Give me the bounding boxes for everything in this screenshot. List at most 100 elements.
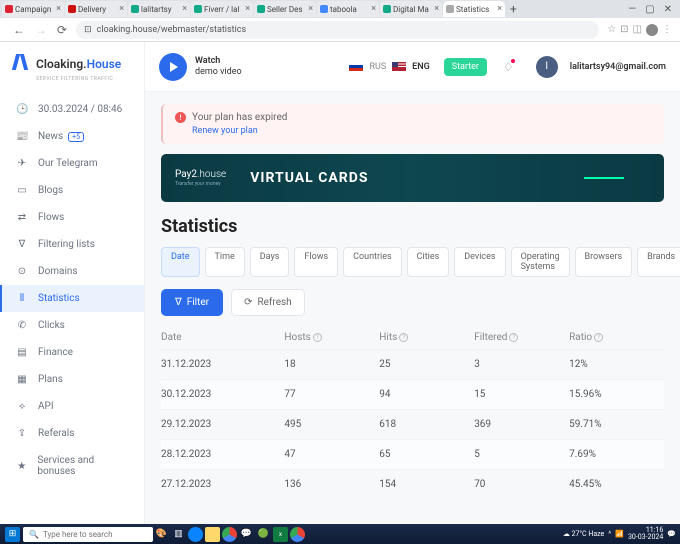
tab-close-icon[interactable]: × bbox=[56, 4, 61, 14]
sidebar-item-label: Clicks bbox=[38, 320, 65, 331]
browser-tab[interactable]: Seller Des× bbox=[254, 1, 316, 17]
tab-close-icon[interactable]: × bbox=[371, 4, 376, 14]
chip-browsers[interactable]: Browsers bbox=[575, 247, 633, 277]
lang-rus[interactable]: RUS bbox=[369, 62, 386, 72]
tab-close-icon[interactable]: × bbox=[245, 4, 250, 14]
sidebar-item-referals[interactable]: ⇪Referals bbox=[0, 420, 144, 447]
sidebar-item-our-telegram[interactable]: ✈Our Telegram bbox=[0, 150, 144, 177]
browser-tab[interactable]: taboola× bbox=[317, 1, 379, 17]
tb-explorer-icon[interactable] bbox=[205, 527, 220, 542]
back-button[interactable]: ← bbox=[8, 23, 30, 37]
tb-excel-icon[interactable]: x bbox=[273, 527, 288, 542]
weather-widget[interactable]: ☁ 27°C Haze bbox=[563, 530, 604, 538]
tb-edge-icon[interactable] bbox=[188, 527, 203, 542]
user-email[interactable]: lalitartsy94@gmail.com bbox=[570, 62, 666, 72]
tray-chevron-icon[interactable]: ^ bbox=[608, 530, 611, 538]
notifications-button[interactable]: ♢ bbox=[503, 60, 514, 74]
sidebar-item-services-and-bonuses[interactable]: ★Services and bonuses bbox=[0, 447, 144, 485]
forward-button[interactable]: → bbox=[30, 23, 52, 37]
sidebar-item-blogs[interactable]: ▭Blogs bbox=[0, 177, 144, 204]
cell: 30.12.2023 bbox=[161, 389, 284, 400]
sidebar-item-clicks[interactable]: ✆Clicks bbox=[0, 312, 144, 339]
bookmarks-icon[interactable]: ◫ bbox=[633, 24, 642, 35]
renew-plan-link[interactable]: Renew your plan bbox=[192, 126, 258, 136]
tray-wifi-icon[interactable]: 📶 bbox=[615, 530, 624, 538]
browser-tab[interactable]: Fiverr / lal × bbox=[191, 1, 253, 17]
refresh-icon: ⟳ bbox=[244, 297, 252, 308]
clock[interactable]: 11:16 30-03-2024 bbox=[628, 527, 663, 541]
refresh-button[interactable]: ⟳Refresh bbox=[231, 289, 305, 316]
logo[interactable]: Cloaking.House bbox=[0, 42, 144, 78]
promo-banner[interactable]: Pay2.house Transfer your money VIRTUAL C… bbox=[161, 154, 664, 202]
col-header[interactable]: Ratio ? bbox=[569, 332, 664, 343]
profile-icon[interactable] bbox=[646, 24, 658, 36]
windows-taskbar: ⊞ 🔍 Type here to search 🎨 ▥ 💬 🟢 x ☁ 27°C… bbox=[0, 524, 680, 544]
tb-app2-icon[interactable]: 💬 bbox=[239, 527, 254, 542]
new-tab-button[interactable]: + bbox=[506, 2, 521, 16]
filter-button[interactable]: ∇Filter bbox=[161, 289, 223, 316]
cell: 47 bbox=[284, 449, 379, 460]
tab-close-icon[interactable]: × bbox=[434, 4, 439, 14]
reload-button[interactable]: ⟳ bbox=[52, 23, 72, 37]
address-bar[interactable]: ⊡ cloaking.house/webmaster/statistics bbox=[76, 21, 599, 39]
tb-app3-icon[interactable]: 🟢 bbox=[256, 527, 271, 542]
tray-notifications-icon[interactable]: 💬 bbox=[667, 530, 676, 538]
browser-tab[interactable]: Digital Ma× bbox=[380, 1, 442, 17]
tb-chrome2-icon[interactable] bbox=[290, 527, 305, 542]
watch-video-button[interactable] bbox=[159, 53, 187, 81]
chip-brands[interactable]: Brands bbox=[637, 247, 680, 277]
sidebar-item-filtering-lists[interactable]: ∇Filtering lists bbox=[0, 231, 144, 258]
sidebar-item-news[interactable]: 📰News+5 bbox=[0, 123, 144, 150]
chip-operating-systems[interactable]: Operating Systems bbox=[511, 247, 570, 277]
tab-close-icon[interactable]: × bbox=[182, 4, 187, 14]
alert-title: Your plan has expired bbox=[175, 112, 652, 123]
tab-label: Fiverr / lal bbox=[204, 5, 239, 14]
cell: 77 bbox=[284, 389, 379, 400]
browser-tab[interactable]: lalitartsy× bbox=[128, 1, 190, 17]
tab-close-icon[interactable]: × bbox=[497, 4, 502, 14]
sidebar-item-domains[interactable]: ⊙Domains bbox=[0, 258, 144, 285]
window-minimize[interactable]: — bbox=[628, 4, 636, 15]
chip-days[interactable]: Days bbox=[250, 247, 290, 277]
sidebar-icon: ▦ bbox=[16, 374, 28, 385]
chip-countries[interactable]: Countries bbox=[343, 247, 402, 277]
col-header[interactable]: Hosts ? bbox=[284, 332, 379, 343]
extensions-icon[interactable]: ⊡ bbox=[620, 24, 628, 35]
star-icon[interactable]: ☆ bbox=[607, 24, 616, 35]
sidebar-item-statistics[interactable]: ⫴Statistics bbox=[0, 285, 144, 312]
chip-time[interactable]: Time bbox=[205, 247, 245, 277]
col-header[interactable]: Hits ? bbox=[379, 332, 474, 343]
sidebar-item-flows[interactable]: ⇄Flows bbox=[0, 204, 144, 231]
window-maximize[interactable]: ▢ bbox=[645, 4, 654, 15]
browser-tab[interactable]: Campaign× bbox=[2, 1, 64, 17]
info-icon: ? bbox=[399, 333, 408, 342]
sidebar-item-plans[interactable]: ▦Plans bbox=[0, 366, 144, 393]
tab-close-icon[interactable]: × bbox=[119, 4, 124, 14]
cell: 3 bbox=[474, 359, 569, 370]
sidebar-item--[interactable]: 🕒30.03.2024 / 08:46 bbox=[0, 96, 144, 123]
menu-icon[interactable]: ⋮ bbox=[662, 24, 672, 35]
watch-video-label[interactable]: Watch demo video bbox=[195, 56, 242, 78]
col-header[interactable]: Date bbox=[161, 332, 284, 343]
chip-flows[interactable]: Flows bbox=[294, 247, 338, 277]
window-close[interactable]: ✕ bbox=[664, 4, 672, 15]
chip-devices[interactable]: Devices bbox=[454, 247, 505, 277]
tb-chrome-icon[interactable] bbox=[222, 527, 237, 542]
tb-app-icon[interactable]: 🎨 bbox=[154, 527, 169, 542]
chip-date[interactable]: Date bbox=[161, 247, 200, 277]
sidebar-item-api[interactable]: ⟡API bbox=[0, 393, 144, 420]
sidebar-item-finance[interactable]: ▤Finance bbox=[0, 339, 144, 366]
tab-close-icon[interactable]: × bbox=[308, 4, 313, 14]
plan-badge[interactable]: Starter bbox=[444, 58, 487, 76]
col-header[interactable]: Filtered ? bbox=[474, 332, 569, 343]
start-button[interactable]: ⊞ bbox=[5, 527, 20, 542]
browser-tab[interactable]: Delivery× bbox=[65, 1, 127, 17]
sidebar-item-label: Domains bbox=[38, 266, 78, 277]
taskbar-search[interactable]: 🔍 Type here to search bbox=[23, 527, 153, 542]
chip-cities[interactable]: Cities bbox=[407, 247, 450, 277]
tb-taskview-icon[interactable]: ▥ bbox=[171, 527, 186, 542]
avatar[interactable]: I bbox=[536, 56, 558, 78]
cell: 154 bbox=[379, 479, 474, 490]
lang-eng[interactable]: ENG bbox=[412, 62, 430, 72]
browser-tab[interactable]: Statistics× bbox=[443, 1, 505, 17]
